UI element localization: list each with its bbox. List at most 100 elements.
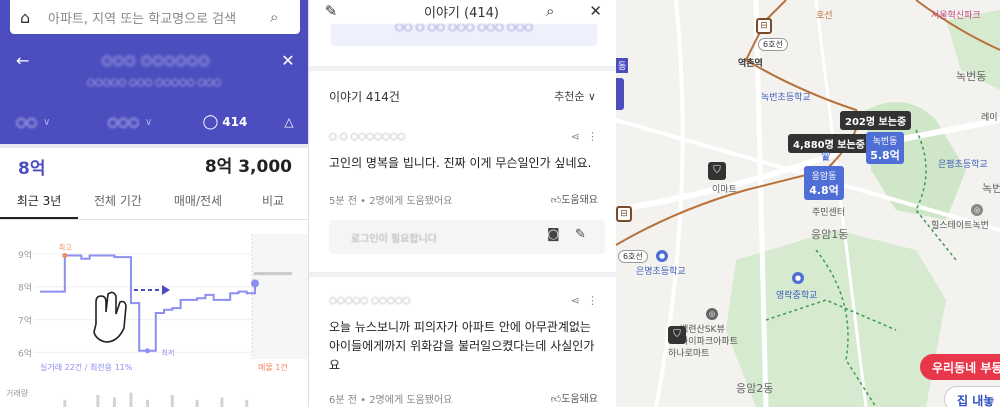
header-divider [0,144,308,148]
subway-icon[interactable]: ⊟ [616,206,632,222]
trade-type-dropdown[interactable]: ○○ ∨ [0,115,80,129]
subway-icon[interactable]: ⊟ [756,18,772,34]
chevron-down-icon: ∨ [145,116,153,128]
helpful-label: 도움돼요 [561,394,598,405]
search-box[interactable]: ⌂ 아파트, 지역 또는 학교명으로 검색 ⌕ [10,0,300,34]
price-chart[interactable]: 9억 8억 7억 6억 최고최저실거래 22건 / 최전용 11% 매물 1건거래량 [0,224,308,407]
volume-label: 거래량 [6,388,29,398]
helpful-button[interactable]: 👍︎도움돼요 [551,191,598,206]
size-dropdown[interactable]: ○○○ ∨ [80,115,180,129]
post-text: 고인의 명복을 빕니다. 진짜 이게 무슨일인가 싶네요. [329,156,592,170]
dong-label: 녹번동 [956,70,987,83]
story-count-button[interactable]: ◯ 414 [180,114,270,130]
pencil-icon[interactable]: ✎ [575,227,586,242]
search-icon[interactable]: ⌕ [270,8,300,26]
more-icon[interactable]: ⋮ [587,130,598,143]
thumbs-up-icon: 👍︎ [550,394,562,405]
mart-icon[interactable]: ⛉ [668,326,686,344]
list-property-button[interactable]: 집 내놓 [944,386,1000,407]
apartment-poi-icon[interactable]: ◎ [971,204,983,216]
volume-bar [220,397,224,407]
post-username[interactable]: ○ ○ ○○○○○○○ [329,132,405,142]
max-label: 최고 [59,243,72,252]
map-view[interactable]: 서울혁신파크 호선 ⊟ 6호선 역촌역 녹번동 녹번초등학교 레이 은평초등학교… [616,0,1000,407]
volume-bar [63,399,67,407]
speech-bubble-icon: ◯ [202,114,219,130]
stories-panel: ✎ 이야기 (414) ⌕ ✕ ○○ ○ ○○ ○○○ ○○○ ○○○ 이야기 … [308,0,616,407]
camera-icon[interactable]: ◙ [547,227,560,242]
search-icon[interactable]: ⌕ [546,2,554,20]
tab-sale-lease[interactable]: 매매/전세 [158,186,238,219]
apartment-detail-panel: ⌂ 아파트, 지역 또는 학교명으로 검색 ⌕ ← ○○○ ○○○○○○ ✕ ○… [0,0,308,407]
viewers-bubble[interactable]: 202명 보는중 [840,111,912,130]
marker-dong: 응암동 [811,172,837,182]
school-label: 영락중학교 [776,291,818,301]
current-price-dot[interactable] [251,279,259,288]
price-marker[interactable]: 응암동 4.8억 [804,166,844,200]
pencil-icon[interactable]: ✎ [311,2,351,20]
listing-zone [252,234,308,359]
back-arrow-icon[interactable]: ← [0,51,44,70]
close-icon[interactable]: ✕ [268,51,308,70]
school-icon[interactable]: ● [792,272,804,284]
section-divider [309,66,616,71]
tab-all-period[interactable]: 전체 기간 [78,186,158,219]
line-badge: 6호선 [758,38,788,51]
share-icon[interactable]: ⋖ [571,130,580,143]
min-label: 최저 [162,348,175,357]
map-label: 레이 [981,113,998,123]
share-icon[interactable]: ⋖ [571,294,580,307]
helpful-button[interactable]: 👍︎도움돼요 [551,390,598,405]
search-bar-area: ⌂ 아파트, 지역 또는 학교명으로 검색 ⌕ [0,0,308,44]
marker-price: 5.8억 [870,149,900,162]
volume-bar [112,397,116,407]
period-tabs: 최근 3년 전체 기간 매매/전세 비교 [0,186,308,220]
apartment-poi-icon[interactable]: ◎ [706,308,718,320]
search-input[interactable]: 아파트, 지역 또는 학교명으로 검색 [48,8,270,27]
apartment-title: ○○○ ○○○○○○ [101,53,211,67]
story-count: 414 [222,115,248,129]
stories-title: 이야기 (414) [424,5,499,21]
y-tick-label: 7억 [18,315,32,327]
sort-dropdown[interactable]: 추천순 ∨ [554,88,596,104]
volume-bar [195,399,199,407]
dong-label: 응암1동 [811,228,849,241]
post-meta: 5분 전 • 2명에게 도움됐어요 [329,196,453,207]
mart-icon[interactable]: ⛉ [708,162,726,180]
notice-banner[interactable]: ○○ ○ ○○ ○○○ ○○○ ○○○ [331,24,597,46]
post-username[interactable]: ○○○○○ ○○○○○ [329,296,410,306]
line-badge: 6호선 [618,250,648,263]
drag-hand-icon [93,291,127,343]
price-marker[interactable]: 녹번동 5.8억 [866,132,904,164]
stories-header: ✎ 이야기 (414) ⌕ ✕ [309,0,616,22]
station-label: 역촌역 [738,59,763,69]
price-range: 8억 8억 3,000 [0,150,308,179]
school-icon[interactable]: ● [656,250,668,262]
dong-label: 응암2동 [736,382,774,395]
post-actions: ⋖ ⋮ [571,130,598,143]
post-divider [309,272,616,277]
helpful-label: 도움돼요 [561,195,598,206]
chart-footer-right: 매물 1건 [258,362,288,372]
school-label: 은명초등학교 [636,267,686,277]
map-label: 주민센터 [812,208,846,218]
more-icon[interactable]: ⋮ [587,294,598,307]
tab-recent-3y[interactable]: 최근 3년 [0,186,78,219]
volume-bar [245,399,249,407]
comment-input[interactable]: 로그인이 필요합니다 ◙ ✎ [329,220,605,254]
apartment-address: ○○○○○ ○○○ ○○○○○ ○○○ [86,78,222,88]
y-tick-label: 6억 [18,347,32,359]
min-dot [145,348,150,354]
bell-icon[interactable]: △ [270,115,308,129]
price-line[interactable] [40,254,256,352]
tab-compare[interactable]: 비교 [238,186,308,219]
map-label: 서울혁신파크 [931,11,981,21]
volume-bar [146,399,149,407]
size-label: ○○○ [107,115,140,129]
map-side-toggle[interactable] [616,78,624,110]
y-tick-label: 8억 [18,282,32,294]
my-neighborhood-button[interactable]: 우리동네 부동 [920,354,1000,380]
close-icon[interactable]: ✕ [589,2,602,20]
home-icon[interactable]: ⌂ [20,8,48,27]
mart-label: 하나로마트 [668,349,710,359]
